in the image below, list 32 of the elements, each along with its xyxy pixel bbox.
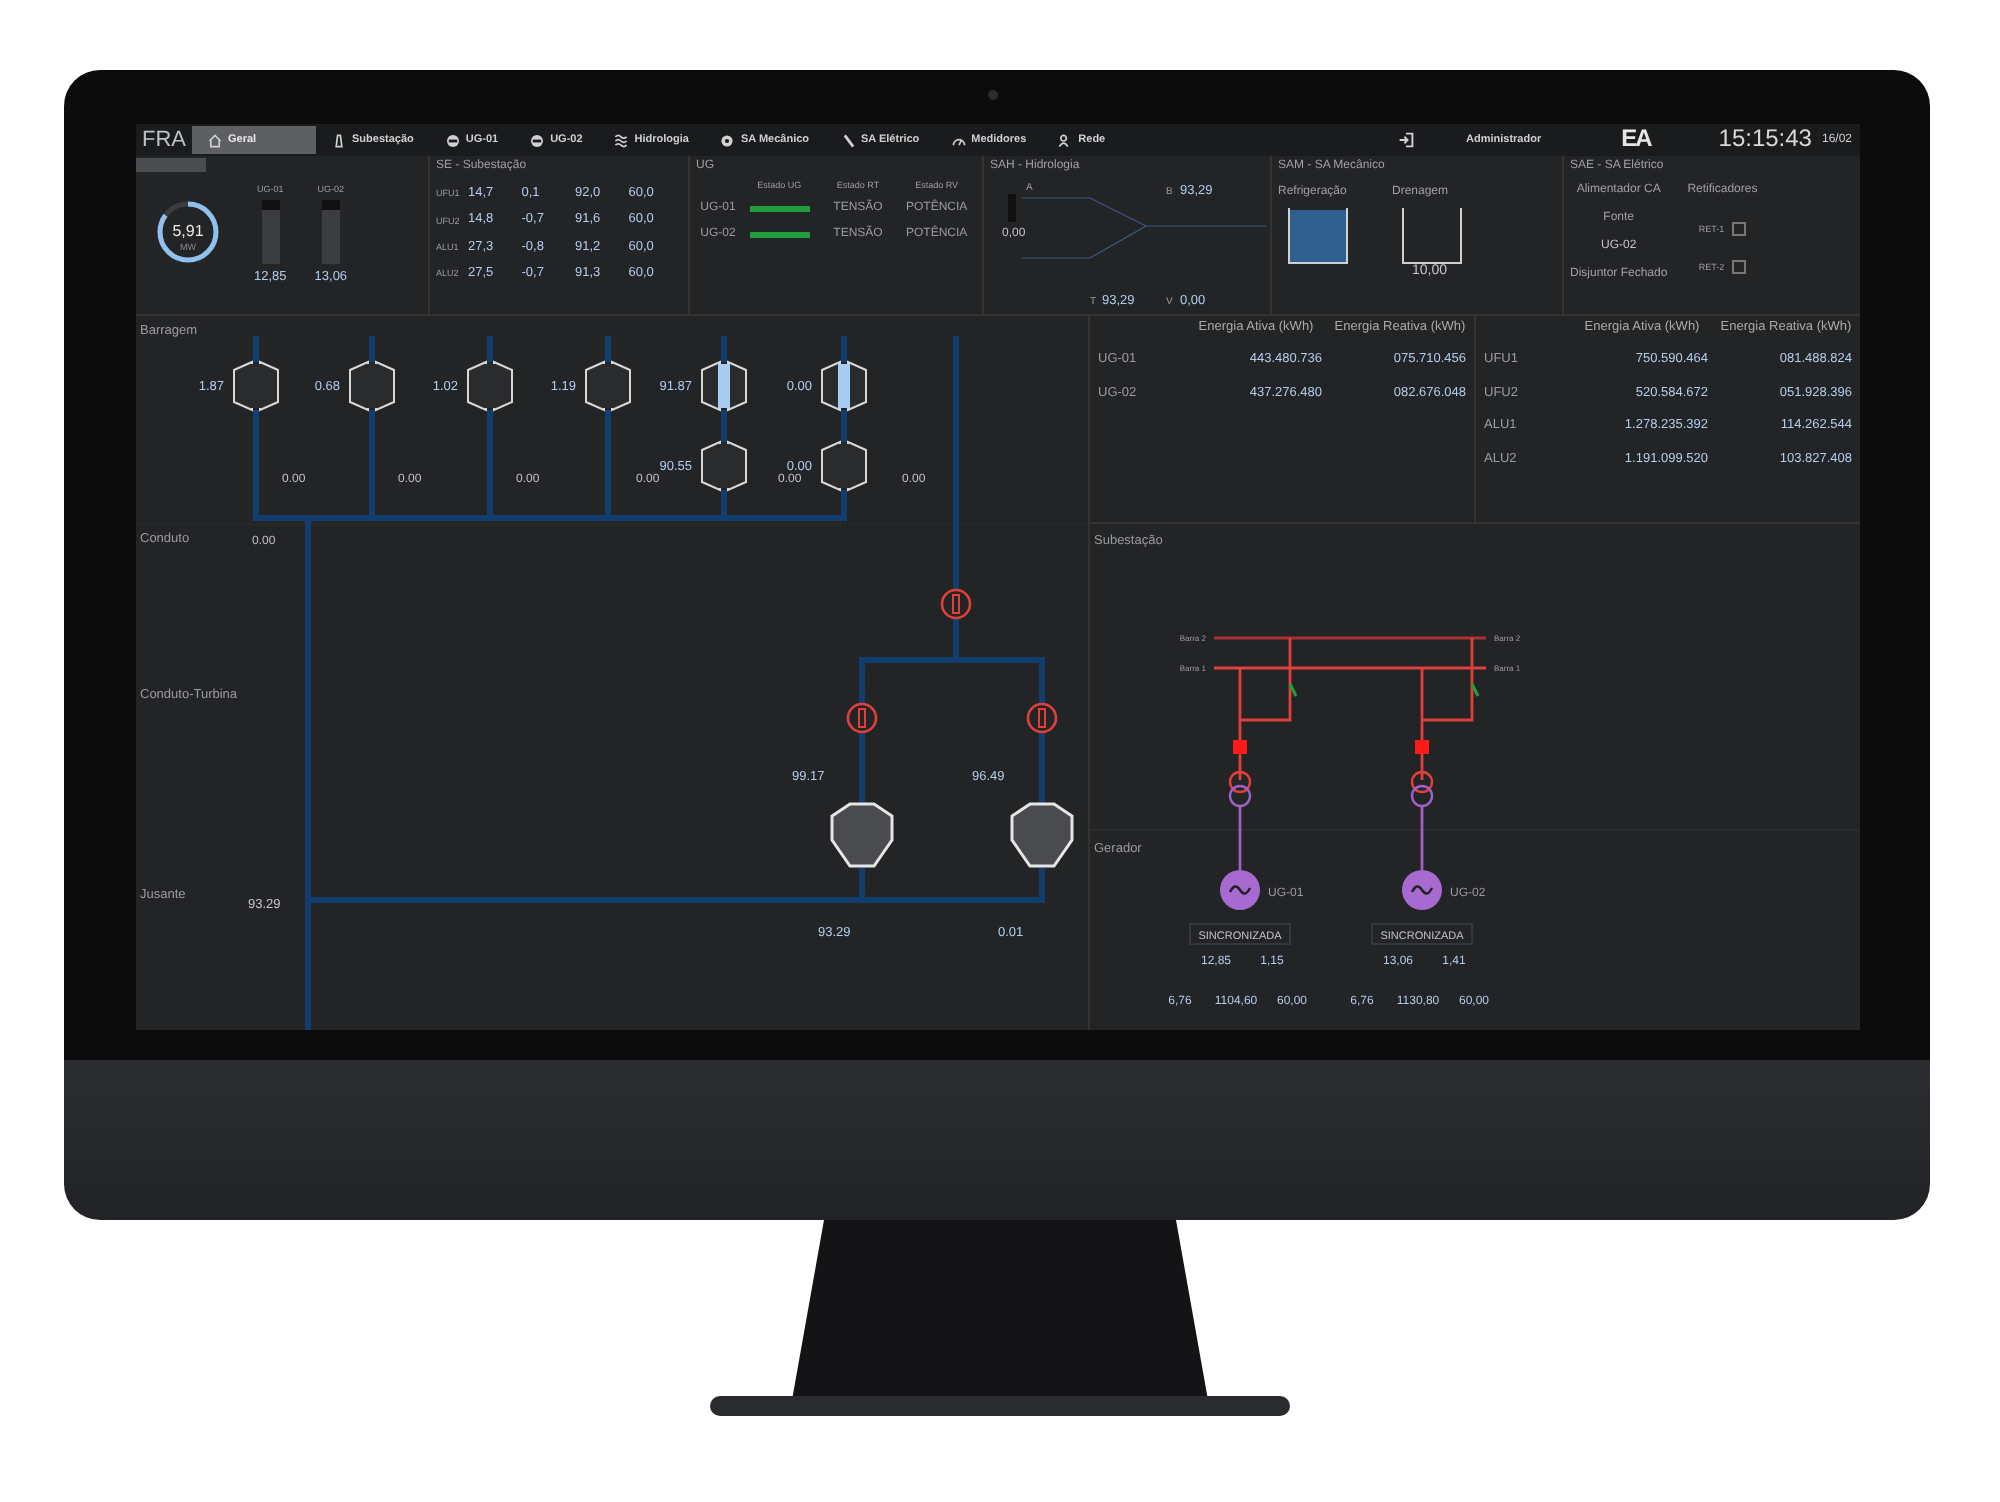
- pipe-line: [721, 336, 727, 362]
- valve-icon: [1026, 702, 1058, 734]
- pipe-line: [721, 410, 727, 442]
- login-icon: [1398, 132, 1414, 148]
- panel-header-bar: [136, 158, 206, 172]
- pipe-line: [487, 336, 493, 362]
- turbine-drawing: [1010, 802, 1074, 868]
- tower-icon: [332, 133, 346, 147]
- turbine-drawing: [830, 802, 894, 868]
- pipe-line: [253, 336, 259, 362]
- house-icon: [208, 133, 222, 147]
- pipe-line: [859, 732, 865, 804]
- gauge-icon: [951, 133, 966, 147]
- screwdriver-icon: [841, 133, 856, 147]
- valve-icon: [940, 588, 972, 620]
- clock-time: 15:15:43: [1718, 126, 1812, 154]
- gear-icon: [720, 133, 735, 147]
- pipe-line: [369, 336, 375, 362]
- waves-icon: [614, 133, 629, 147]
- pipe-line: [841, 336, 847, 362]
- rectifier-icon: [1732, 259, 1747, 274]
- gauge-value: 5,91: [172, 221, 204, 240]
- app-logo: FRA: [140, 127, 188, 153]
- user-icon: [1058, 133, 1073, 147]
- rectifier-icon: [1732, 221, 1747, 236]
- pipe-line: [605, 336, 611, 362]
- camera-icon: [988, 90, 998, 100]
- company-logo: EA: [1621, 126, 1651, 154]
- valve-icon: [846, 702, 878, 734]
- pipe-line: [841, 410, 847, 442]
- pipe-line: [1039, 732, 1045, 804]
- tank-drawing: [1402, 207, 1462, 264]
